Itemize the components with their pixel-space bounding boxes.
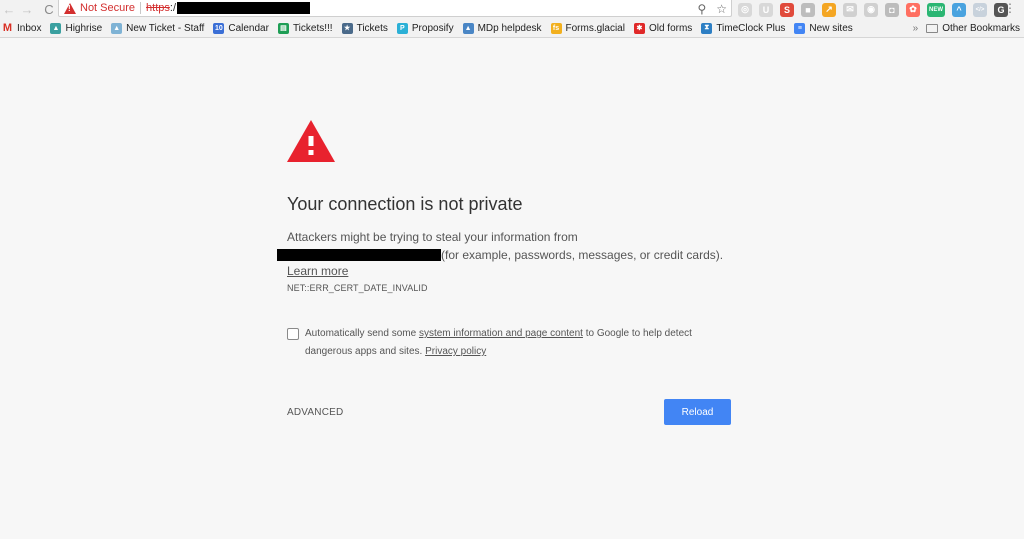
warning-triangle-icon: [287, 120, 335, 162]
browser-toolbar: ← → C Not Secure https :/ ⚲ ☆ ◎ US ■ ↗ ✉ ◉ ◘ ✿ N…: [0, 0, 1024, 19]
extended-reporting-optin: Automatically send some system informati…: [287, 328, 737, 361]
bookmark-tickets[interactable]: ★ Tickets: [341, 22, 388, 34]
reload-button[interactable]: Reload: [664, 399, 731, 425]
bookmark-label: Old forms: [648, 22, 693, 34]
bookmark-favicon-icon: ★: [341, 22, 353, 34]
bookmark-label: MDp helpdesk: [477, 22, 542, 34]
ext-6-icon[interactable]: ✉: [843, 2, 857, 17]
bookmark-list: M Inbox ▲ Highrise ▲ New Ticket - Staff 10 Cale…: [0, 22, 862, 34]
bookmark-label: TimeClock Plus: [716, 22, 786, 34]
redacted-hostname: [277, 249, 441, 261]
folder-icon: [926, 24, 939, 33]
ext-1-icon[interactable]: ◎: [738, 2, 752, 17]
divider: [140, 2, 142, 14]
interstitial: Your connection is not private Attackers…: [277, 120, 732, 425]
bookmark-calendar[interactable]: 10 Calendar: [213, 22, 269, 34]
bookmark-favicon-icon: ▲: [462, 22, 474, 34]
forward-button[interactable]: →: [18, 1, 36, 19]
bookmark-timeclock-plus[interactable]: ⧗ TimeClock Plus: [701, 22, 786, 34]
bookmark-highrise[interactable]: ▲ Highrise: [50, 22, 103, 34]
ext-code-icon[interactable]: </>: [973, 2, 987, 17]
bookmark-label: Forms.glacial: [565, 22, 625, 34]
error-code: NET::ERR_CERT_DATE_INVALID: [287, 283, 428, 293]
bookmark-mdp-helpdesk[interactable]: ▲ MDp helpdesk: [462, 22, 542, 34]
redacted-url: [177, 2, 311, 14]
url-separator: :/: [169, 2, 177, 14]
ext-analytics-icon[interactable]: ↗: [822, 2, 836, 17]
bookmark-favicon-icon: M: [2, 22, 13, 34]
url-scheme: https: [146, 2, 170, 14]
bookmarks-bar: M Inbox ▲ Highrise ▲ New Ticket - Staff 10 Cale…: [0, 19, 1024, 38]
bookmark-label: Highrise: [65, 22, 103, 34]
bookmark-label: Inbox: [17, 22, 42, 34]
privacy-policy-link[interactable]: Privacy policy: [425, 346, 486, 357]
bookmark-new-ticket-staff[interactable]: ▲ New Ticket - Staff: [111, 22, 205, 34]
bookmarks-overflow-icon[interactable]: »: [913, 23, 919, 34]
bookmark-favicon-icon: ▲: [50, 22, 62, 34]
menu-icon[interactable]: ⋮: [1004, 1, 1016, 15]
forward-arrow-icon: →: [20, 2, 34, 17]
bookmark-proposify[interactable]: P Proposify: [396, 22, 454, 34]
reload-icon: C: [44, 2, 54, 17]
optin-checkbox[interactable]: [287, 328, 299, 340]
other-bookmarks[interactable]: Other Bookmarks: [942, 23, 1020, 34]
bookmark-new-sites[interactable]: ≡ New sites: [794, 22, 853, 34]
bookmark-old-forms[interactable]: ✱ Old forms: [633, 22, 693, 34]
bookmark-label: Proposify: [411, 22, 454, 34]
page-title: Your connection is not private: [287, 194, 523, 214]
bookmark-label: Calendar: [228, 22, 269, 34]
ext-camera-icon[interactable]: ◘: [885, 2, 899, 17]
back-button[interactable]: ←: [0, 1, 18, 19]
bookmark-label: Tickets!!!: [292, 22, 333, 34]
ext-4-icon[interactable]: ■: [801, 2, 815, 17]
ext-seo-icon[interactable]: S: [780, 2, 794, 17]
ext-new-icon[interactable]: NEW: [927, 2, 945, 17]
reload-page-button[interactable]: C: [40, 1, 58, 19]
description-line-1: Attackers might be trying to steal your …: [287, 230, 578, 244]
extensions-area: ◎ U S ■ ↗ ✉ ◉ ◘ ✿ NEW ^ </> G: [738, 1, 1008, 18]
ext-2-icon[interactable]: U: [759, 2, 773, 17]
bookmark-label: New sites: [809, 22, 853, 34]
optin-prefix: Automatically send some: [305, 328, 419, 339]
bookmark-forms-glacial[interactable]: fs Forms.glacial: [550, 22, 625, 34]
bookmark-favicon-icon: ⧗: [701, 22, 713, 34]
learn-more-link[interactable]: Learn more: [287, 264, 348, 278]
bookmark-favicon-icon: ▤: [277, 22, 289, 34]
bookmark-favicon-icon: fs: [550, 22, 562, 34]
zoom-icon[interactable]: ⚲: [697, 2, 706, 16]
system-info-link[interactable]: system information and page content: [419, 328, 583, 339]
optin-text: Automatically send some system informati…: [305, 325, 737, 361]
bookmark-favicon-icon: 10: [213, 22, 225, 34]
bookmark-favicon-icon: ✱: [633, 22, 645, 34]
advanced-button[interactable]: ADVANCED: [287, 407, 343, 418]
bookmark-label: New Ticket - Staff: [126, 22, 205, 34]
description-line-2: (for example, passwords, messages, or cr…: [441, 248, 724, 262]
address-bar[interactable]: Not Secure https :/ ⚲ ☆: [58, 0, 732, 17]
ext-7-icon[interactable]: ◉: [864, 2, 878, 17]
bookmark-label: Tickets: [356, 22, 388, 34]
bookmark-tickets[interactable]: ▤ Tickets!!!: [277, 22, 333, 34]
ext-color-icon[interactable]: ✿: [906, 2, 920, 17]
back-arrow-icon: ←: [2, 2, 16, 17]
bookmark-favicon-icon: ≡: [794, 22, 806, 34]
bookmark-inbox[interactable]: M Inbox: [2, 22, 42, 34]
security-status[interactable]: Not Secure: [80, 2, 135, 14]
warning-icon: [64, 2, 76, 14]
bookmark-star-icon[interactable]: ☆: [716, 2, 727, 16]
ext-arc-icon[interactable]: ^: [952, 2, 966, 17]
bookmark-favicon-icon: ▲: [111, 22, 123, 34]
description: Attackers might be trying to steal your …: [277, 228, 747, 264]
bookmark-favicon-icon: P: [396, 22, 408, 34]
